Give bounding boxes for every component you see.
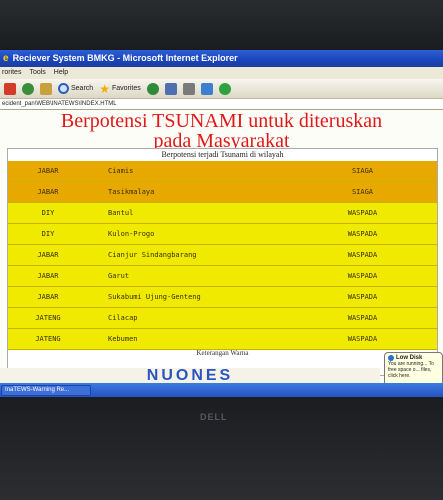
district-cell: Bantul <box>108 209 134 217</box>
province-cell: JATENG <box>35 314 61 322</box>
status-cell: WASPADA <box>347 251 378 259</box>
district-cell: Garut <box>108 272 130 280</box>
page-heading: Berpotensi TSUNAMI untuk diteruskan pada… <box>0 110 443 151</box>
window-title: Reciever System BMKG - Microsoft Interne… <box>12 53 238 63</box>
edit-icon[interactable] <box>200 82 213 95</box>
status-cell: WASPADA <box>347 209 378 217</box>
status-cell: WASPADA <box>347 335 378 343</box>
status-cell: SIAGA <box>351 188 374 196</box>
province-cell: JABAR <box>37 251 59 259</box>
district-cell: Ciamis <box>108 167 134 175</box>
print-icon[interactable] <box>182 82 195 95</box>
province-cell: JATENG <box>35 335 61 343</box>
province-cell: JABAR <box>37 188 59 196</box>
district-cell: Kebumen <box>108 335 138 343</box>
status-cell: WASPADA <box>347 230 378 238</box>
messenger-icon[interactable] <box>218 82 231 95</box>
table-row: DIY Bantul WASPADA <box>8 203 437 224</box>
table-row: JABAR Garut WASPADA <box>8 266 437 287</box>
district-cell: Sukabumi Ujung-Genteng <box>108 293 201 301</box>
search-button[interactable]: Search <box>58 83 93 94</box>
table-row: JABAR Ciamis SIAGA <box>8 161 437 182</box>
district-cell: Tasikmalaya <box>108 188 155 196</box>
status-cell: SIAGA <box>351 167 374 175</box>
table-row: JATENG Cilacap WASPADA <box>8 308 437 329</box>
star-icon: ★ <box>99 81 110 96</box>
menu-bar: rorites Tools Help <box>0 67 443 79</box>
table-row: JABAR Sukabumi Ujung-Genteng WASPADA <box>8 287 437 308</box>
stop-icon[interactable] <box>4 82 16 95</box>
taskbar: InaTEWS-Warning Re... <box>0 383 443 397</box>
province-cell: DIY <box>41 230 55 238</box>
province-cell: DIY <box>41 209 55 217</box>
table-row: DIY Kulon-Progo WASPADA <box>8 224 437 245</box>
table-row: JATENG Kebumen WASPADA <box>8 329 437 350</box>
low-disk-balloon[interactable]: Low Disk You are running... To free spac… <box>384 352 443 386</box>
home-icon[interactable] <box>40 82 52 95</box>
table-caption: Berpotensi terjadi Tsunami di wilayah <box>161 150 284 159</box>
taskbar-button-inatews[interactable]: InaTEWS-Warning Re... <box>1 384 91 396</box>
menu-help[interactable]: Help <box>54 67 68 79</box>
refresh-icon[interactable] <box>22 82 34 95</box>
search-icon <box>58 83 69 94</box>
warning-table: Berpotensi terjadi Tsunami di wilayah JA… <box>7 148 438 376</box>
status-cell: WASPADA <box>347 272 378 280</box>
district-cell: Kulon-Progo <box>108 230 155 238</box>
screen: e Reciever System BMKG - Microsoft Inter… <box>0 50 443 400</box>
status-cell: WASPADA <box>347 293 378 301</box>
media-icon[interactable] <box>146 82 159 95</box>
toolbar: Search ★ Favorites <box>0 79 443 99</box>
district-cell: Cilacap <box>108 314 138 322</box>
inatews-logo-strip: NUONES <box>0 368 380 384</box>
favorites-button[interactable]: ★ Favorites <box>99 82 141 96</box>
table-row: JABAR Tasikmalaya SIAGA <box>8 182 437 203</box>
province-cell: JABAR <box>37 167 59 175</box>
address-bar[interactable]: ecident_pan\WEB\INATEWS\INDEX.HTML <box>0 99 443 110</box>
legend-caption: Keterangan Warna <box>196 349 249 357</box>
window-titlebar[interactable]: e Reciever System BMKG - Microsoft Inter… <box>0 50 443 67</box>
search-label: Search <box>71 85 94 92</box>
table-row: JABAR Cianjur Sindangbarang WASPADA <box>8 245 437 266</box>
table-rows: JABAR Ciamis SIAGA JABAR Tasikmalaya SIAGA DIY… <box>8 161 437 350</box>
district-cell: Cianjur Sindangbarang <box>108 251 197 259</box>
menu-favorites[interactable]: rorites <box>2 67 21 79</box>
mail-icon[interactable] <box>164 82 177 95</box>
status-cell: WASPADA <box>347 314 378 322</box>
ie-icon: e <box>3 53 9 64</box>
menu-tools[interactable]: Tools <box>29 67 45 79</box>
favorites-label: Favorites <box>111 85 141 92</box>
balloon-body: You are running... To free space o... fi… <box>388 361 434 379</box>
monitor-brand: DELL <box>200 412 228 422</box>
province-cell: JABAR <box>37 272 59 280</box>
province-cell: JABAR <box>37 293 59 301</box>
monitor-bezel-top <box>0 0 443 50</box>
heading-line-1: Berpotensi TSUNAMI untuk diteruskan <box>60 110 383 132</box>
